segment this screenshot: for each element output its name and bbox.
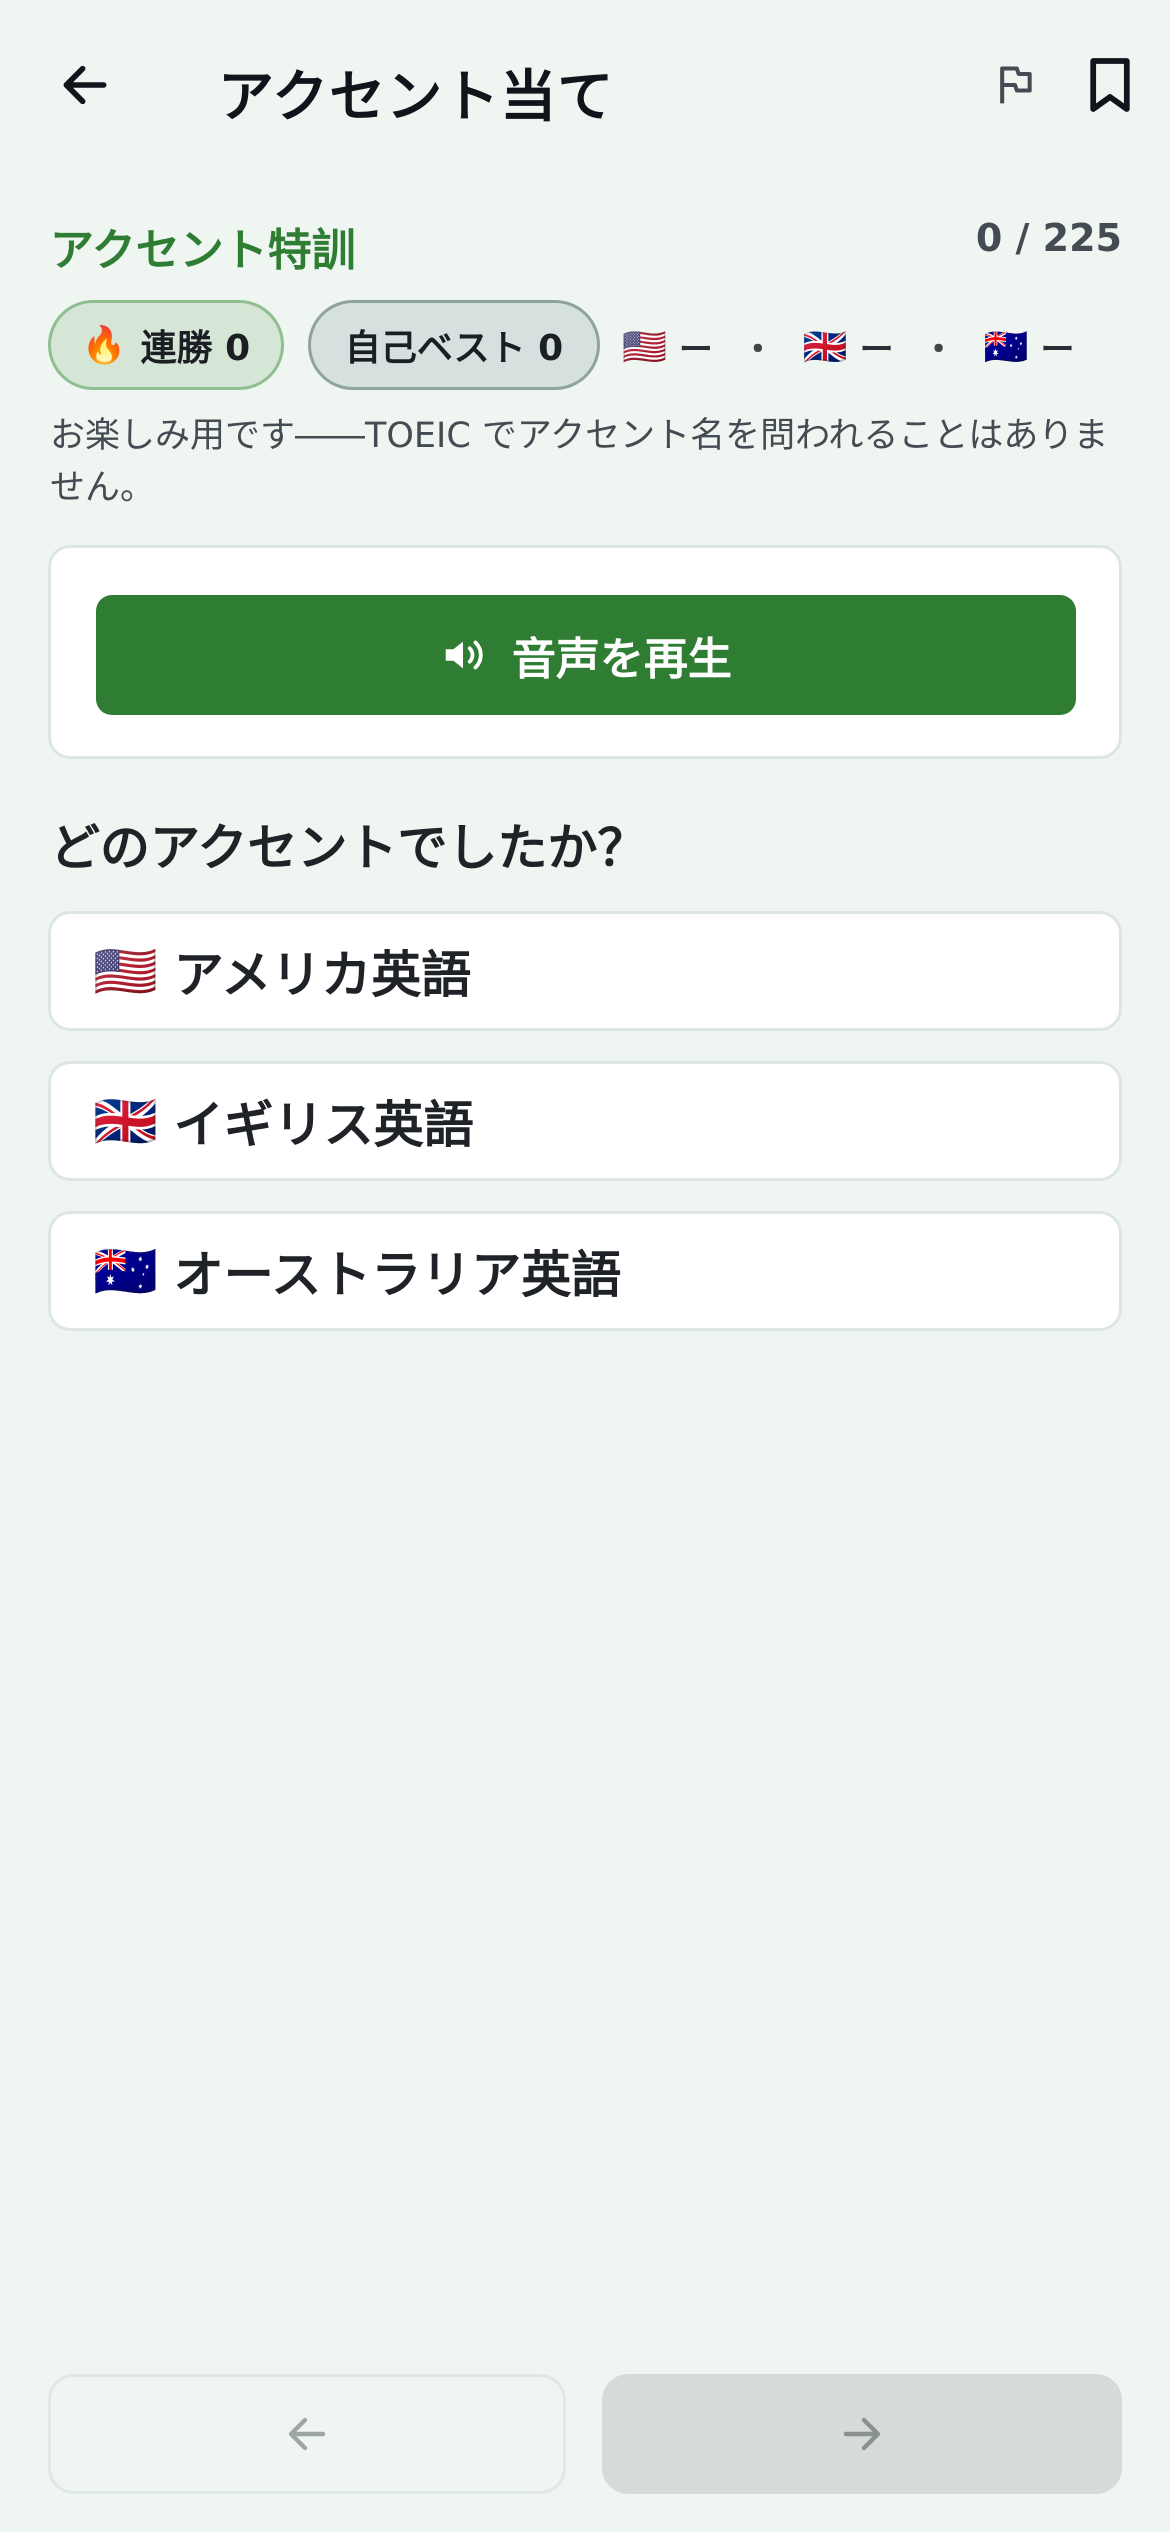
bookmark-icon [1090, 58, 1130, 112]
arrow-left-icon [63, 65, 107, 105]
option-australian[interactable]: 🇦🇺 オーストラリア英語 [48, 1211, 1122, 1331]
au-flag-icon: 🇦🇺 [983, 326, 1029, 368]
previous-button[interactable] [48, 2374, 566, 2494]
streak-chip: 🔥 連勝 0 [48, 300, 284, 390]
option-label: オーストラリア英語 [173, 1246, 622, 1304]
play-audio-button[interactable]: 音声を再生 [96, 595, 1076, 715]
option-label: イギリス英語 [173, 1096, 474, 1154]
app-bar: アクセント当て [0, 0, 1170, 170]
arrow-right-icon [843, 2417, 881, 2451]
uk-flag-icon: 🇬🇧 [93, 1091, 158, 1152]
stat-separator: ・ [740, 330, 775, 370]
option-american[interactable]: 🇺🇸 アメリカ英語 [48, 911, 1122, 1031]
speaker-icon [440, 632, 486, 678]
fire-icon: 🔥 [81, 325, 127, 366]
stat-separator: ・ [921, 330, 956, 370]
au-stat-value: ー [1040, 330, 1075, 370]
accent-stats: 🇺🇸 ー ・ 🇬🇧 ー ・ 🇦🇺 ー [622, 322, 1074, 371]
section-title: アクセント特訓 [50, 225, 356, 276]
bookmark-button[interactable] [1080, 50, 1140, 120]
disclaimer-note: お楽しみ用です――TOEIC でアクセント名を問われることはありません。 [50, 416, 1109, 508]
page-title: アクセント当て [218, 65, 615, 130]
us-flag-icon: 🇺🇸 [622, 326, 667, 368]
option-british[interactable]: 🇬🇧 イギリス英語 [48, 1061, 1122, 1181]
question-text: どのアクセントでしたか？ [50, 819, 648, 877]
personal-best-chip: 自己ベスト 0 [308, 300, 600, 390]
arrow-left-icon [288, 2417, 326, 2451]
us-stat-value: ー [678, 330, 713, 370]
option-label: アメリカ英語 [173, 946, 472, 1004]
uk-flag-icon: 🇬🇧 [802, 326, 848, 368]
flag-icon [1000, 66, 1032, 104]
uk-stat-value: ー [859, 330, 894, 370]
report-button[interactable] [985, 55, 1045, 115]
au-flag-icon: 🇦🇺 [93, 1241, 158, 1302]
progress-counter: 0 / 225 [975, 216, 1122, 260]
play-audio-label: 音声を再生 [512, 634, 732, 685]
next-button[interactable] [602, 2374, 1122, 2494]
personal-best-label: 自己ベスト 0 [344, 328, 564, 369]
audio-card: 音声を再生 [48, 545, 1122, 759]
streak-label: 連勝 0 [140, 328, 251, 369]
us-flag-icon: 🇺🇸 [93, 941, 158, 1002]
back-button[interactable] [50, 50, 120, 120]
